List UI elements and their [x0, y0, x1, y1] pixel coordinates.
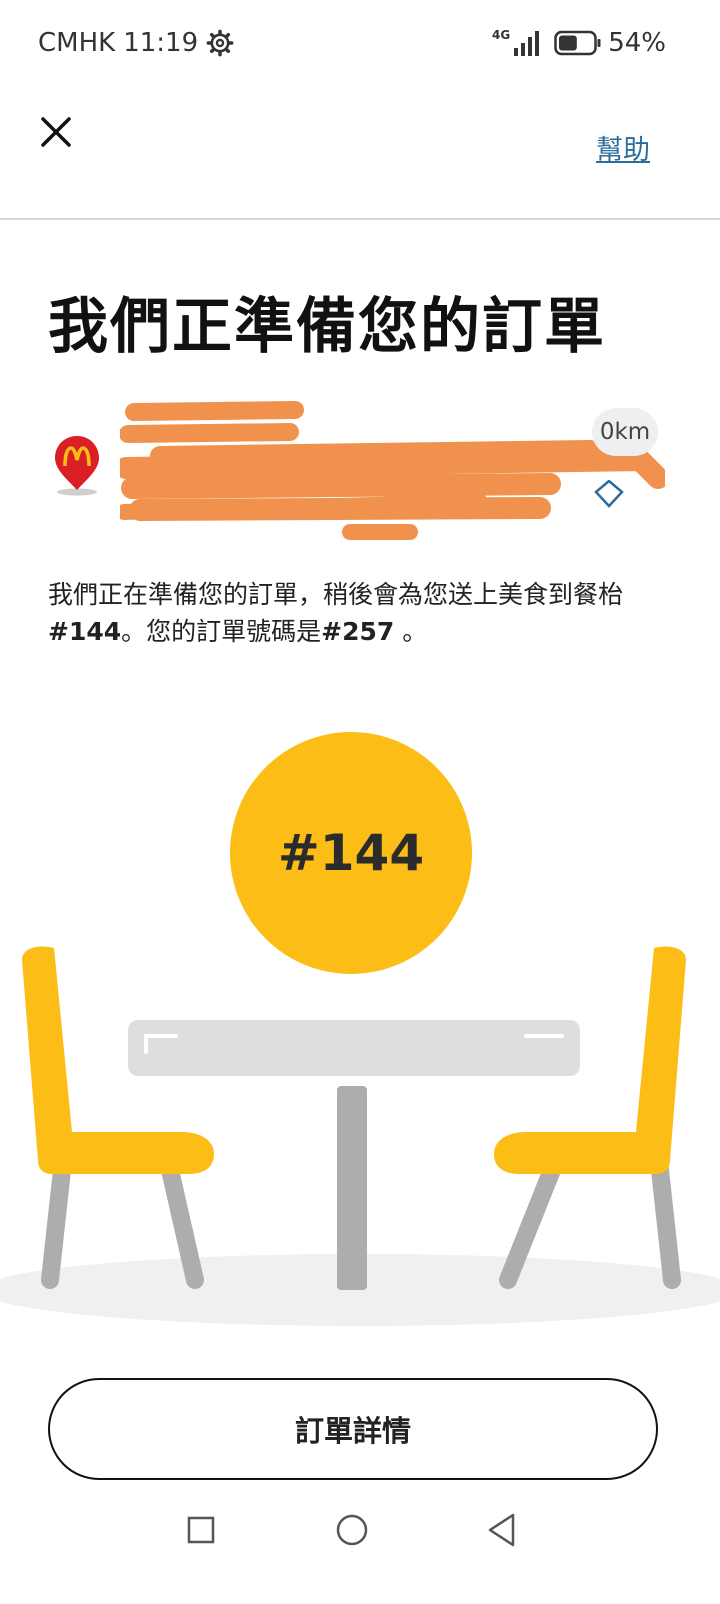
table-number: #144	[277, 824, 425, 882]
description-text-2: 。您的訂單號碼是	[121, 617, 322, 646]
status-left: CMHK 11:19	[38, 28, 234, 58]
header-divider	[0, 218, 720, 220]
help-link[interactable]: 幫助	[596, 128, 650, 167]
home-icon[interactable]	[336, 1514, 368, 1546]
gear-icon	[206, 29, 234, 57]
carrier-name: CMHK	[38, 28, 116, 58]
signal-icon	[514, 31, 540, 56]
order-details-button[interactable]: 訂單詳情	[48, 1378, 658, 1480]
description-order-number: #257	[321, 617, 395, 646]
description-text-1: 我們正在準備您的訂單，稍後會為您送上美食到餐枱	[48, 580, 624, 609]
system-navigation-bar	[0, 1494, 720, 1604]
clock: 11:19	[123, 28, 199, 58]
page-title: 我們正準備您的訂單	[48, 292, 606, 362]
distance-badge: 0km	[592, 408, 658, 456]
mcdonalds-location-pin-icon	[55, 436, 99, 496]
network-type: 4G	[492, 28, 511, 42]
battery-percent: 54%	[608, 28, 666, 58]
description-text-3: 。	[394, 617, 428, 646]
status-right: 4G 54%	[492, 28, 666, 58]
right-chair	[494, 946, 686, 1289]
recent-apps-icon[interactable]	[187, 1516, 215, 1544]
battery-icon	[554, 30, 601, 56]
navigate-icon[interactable]	[592, 480, 626, 508]
close-icon[interactable]	[36, 112, 76, 152]
back-icon[interactable]	[486, 1512, 516, 1548]
redacted-store-info	[120, 401, 665, 540]
table-number-circle: #144	[230, 732, 472, 974]
order-description: 我們正在準備您的訂單，稍後會為您送上美食到餐枱#144。您的訂單號碼是#257 …	[48, 576, 668, 650]
status-bar: CMHK 11:19 4G 54%	[0, 0, 720, 90]
left-chair	[22, 946, 214, 1289]
description-table-number: #144	[48, 617, 122, 646]
